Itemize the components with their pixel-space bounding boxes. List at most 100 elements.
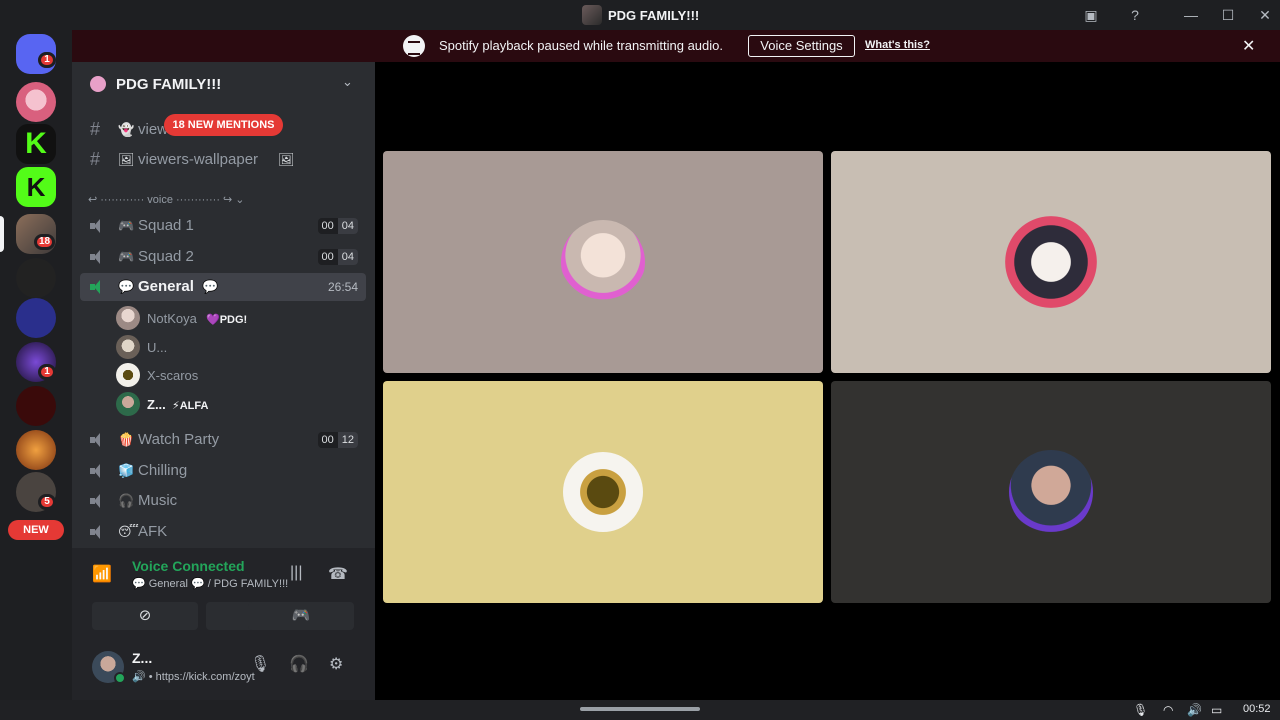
selected-indicator [0, 216, 4, 252]
voice-connected-channel[interactable]: 💬 General 💬 / PDG FAMILY!!! [132, 577, 288, 590]
user-tag: ⚡ALFA [172, 400, 209, 412]
participant-tile[interactable] [383, 151, 823, 373]
channel-emoji: 🎮 [118, 249, 135, 264]
voice-user-name: U... [147, 340, 168, 355]
shelf-handle[interactable] [580, 707, 700, 711]
cast-icon[interactable]: ▣ [1078, 4, 1104, 26]
channel-emoji: 🎧 [118, 493, 135, 508]
clock[interactable]: 00:52 [1243, 703, 1271, 715]
kick-server-icon[interactable]: K [16, 167, 56, 207]
channel-name: Squad 2 [138, 248, 194, 265]
system-taskbar: 🎙 ◠ 🔊 ▭ 00:52 [0, 700, 1280, 720]
disconnect-icon[interactable]: ☎ [328, 564, 348, 584]
activities-button[interactable]: 🎮 [248, 602, 354, 630]
camera-off-button[interactable]: ⊘ [92, 602, 198, 630]
online-status-icon [114, 672, 126, 684]
voice-channel-squad-1[interactable]: 🎮 Squad 1 00 04 [80, 212, 366, 240]
minimize-button[interactable]: — [1178, 4, 1204, 26]
channel-emoji: 👻 [118, 122, 135, 137]
gear-icon[interactable]: ⚙ [329, 654, 343, 674]
voice-channel-general[interactable]: 💬 General 💬 26:54 [80, 273, 366, 301]
user-status: 🔊 • https://kick.com/zoyt [132, 671, 255, 683]
voice-settings-button[interactable]: Voice Settings [748, 35, 855, 57]
server-icon[interactable] [16, 82, 56, 122]
channel-name: Music [138, 492, 178, 509]
channel-name: Watch Party [138, 431, 220, 448]
server-icon[interactable] [16, 298, 56, 338]
voice-user-name: NotKoya [147, 311, 197, 326]
signal-icon[interactable]: 📶 [92, 564, 112, 583]
channel-emoji: 💬 [118, 279, 135, 294]
call-timer: 26:54 [327, 280, 358, 294]
headphones-icon[interactable]: 🎧 [289, 654, 309, 674]
avatar [116, 306, 140, 330]
speaker-icon [90, 525, 106, 539]
home-badge: 1 [38, 52, 56, 68]
channel-name: viewers-wallpaper [138, 151, 259, 168]
speaker-icon [90, 250, 106, 264]
server-icon[interactable] [16, 430, 56, 470]
guild-avatar-icon [582, 5, 602, 25]
participant-tile[interactable] [383, 381, 823, 603]
user-limit: 00 12 [317, 432, 358, 448]
close-window-button[interactable]: ✕ [1252, 4, 1278, 26]
voice-channel-watch-party[interactable]: 🍿 Watch Party 00 12 [80, 426, 366, 454]
close-icon[interactable]: ✕ [1242, 36, 1255, 56]
whats-this-link[interactable]: What's this? [865, 39, 930, 51]
battery-icon[interactable]: ▭ [1211, 703, 1222, 717]
server-rail: 1 K K 18 1 5 NEW [0, 30, 72, 700]
new-servers-pill[interactable]: NEW [8, 520, 64, 540]
window-title-group: PDG FAMILY!!! [582, 5, 699, 25]
voice-stage [375, 62, 1280, 700]
speaker-icon [90, 219, 106, 233]
channel-name: General [138, 278, 194, 295]
microphone-icon[interactable]: 🎙 [1133, 703, 1148, 717]
help-icon[interactable]: ? [1122, 4, 1148, 26]
server-icon[interactable] [16, 258, 56, 298]
avatar [1005, 216, 1097, 308]
voice-channel-squad-2[interactable]: 🎮 Squad 2 00 04 [80, 243, 366, 271]
channel-name: Chilling [138, 462, 188, 479]
channel-emoji: 😴 [118, 524, 139, 539]
guild-icon [90, 76, 106, 92]
participant-tile[interactable] [831, 381, 1271, 603]
channel-viewers-wallpaper[interactable]: # 🖼 viewers-wallpaper 🖼 [80, 146, 366, 174]
user-name[interactable]: Z... [132, 650, 152, 666]
chevron-down-icon[interactable]: ⌄ [342, 74, 353, 90]
speaker-icon [90, 464, 106, 478]
user-panel: Z... 🔊 • https://kick.com/zoyt 🎙 🎧 ⚙ [72, 632, 375, 700]
channel-emoji: 🧊 [118, 463, 135, 478]
user-max: 04 [337, 249, 358, 265]
participant-tile[interactable] [831, 151, 1271, 373]
volume-icon[interactable]: 🔊 [1187, 703, 1202, 717]
voice-channel-music[interactable]: 🎧 Music [80, 487, 366, 515]
title-bar: PDG FAMILY!!! ▣ ? — ☐ ✕ [0, 0, 1280, 30]
user-max: 04 [337, 218, 358, 234]
voice-channel-chilling[interactable]: 🧊 Chilling [80, 457, 366, 485]
server-icon[interactable] [16, 386, 56, 426]
user-count: 00 [317, 249, 338, 265]
avatar [116, 392, 140, 416]
channel-emoji: 🖼 [118, 152, 135, 167]
voice-channel-afk[interactable]: 😴 AFK [80, 518, 366, 546]
guild-name: PDG FAMILY!!! [116, 76, 222, 93]
new-mentions-pill[interactable]: 18 NEW MENTIONS [164, 114, 283, 136]
wifi-icon[interactable]: ◠ [1163, 703, 1173, 717]
microphone-icon[interactable]: 🎙 [250, 654, 270, 674]
voice-category[interactable]: ↩ ············ voice ············ ↪ ⌄ [88, 193, 245, 206]
spotify-notice-bar: Spotify playback paused while transmitti… [72, 30, 1280, 62]
channel-name: AFK [138, 523, 168, 540]
voice-connected-title[interactable]: Voice Connected [132, 558, 245, 574]
noise-suppression-icon[interactable]: ||| [290, 564, 302, 582]
guild-header[interactable]: PDG FAMILY!!! ⌄ [72, 62, 375, 106]
speaker-icon [90, 494, 106, 508]
window-title: PDG FAMILY!!! [608, 7, 700, 23]
server-badge: 1 [38, 364, 56, 380]
voice-connection-panel: 📶 Voice Connected 💬 General 💬 / PDG FAMI… [72, 548, 375, 632]
channel-emoji-suffix: 💬 [202, 279, 219, 294]
spotify-icon [403, 35, 425, 57]
kick-server-icon[interactable]: K [16, 124, 56, 164]
user-max: 12 [337, 432, 358, 448]
maximize-button[interactable]: ☐ [1215, 4, 1241, 26]
user-tag: 💜PDG! [206, 314, 248, 326]
